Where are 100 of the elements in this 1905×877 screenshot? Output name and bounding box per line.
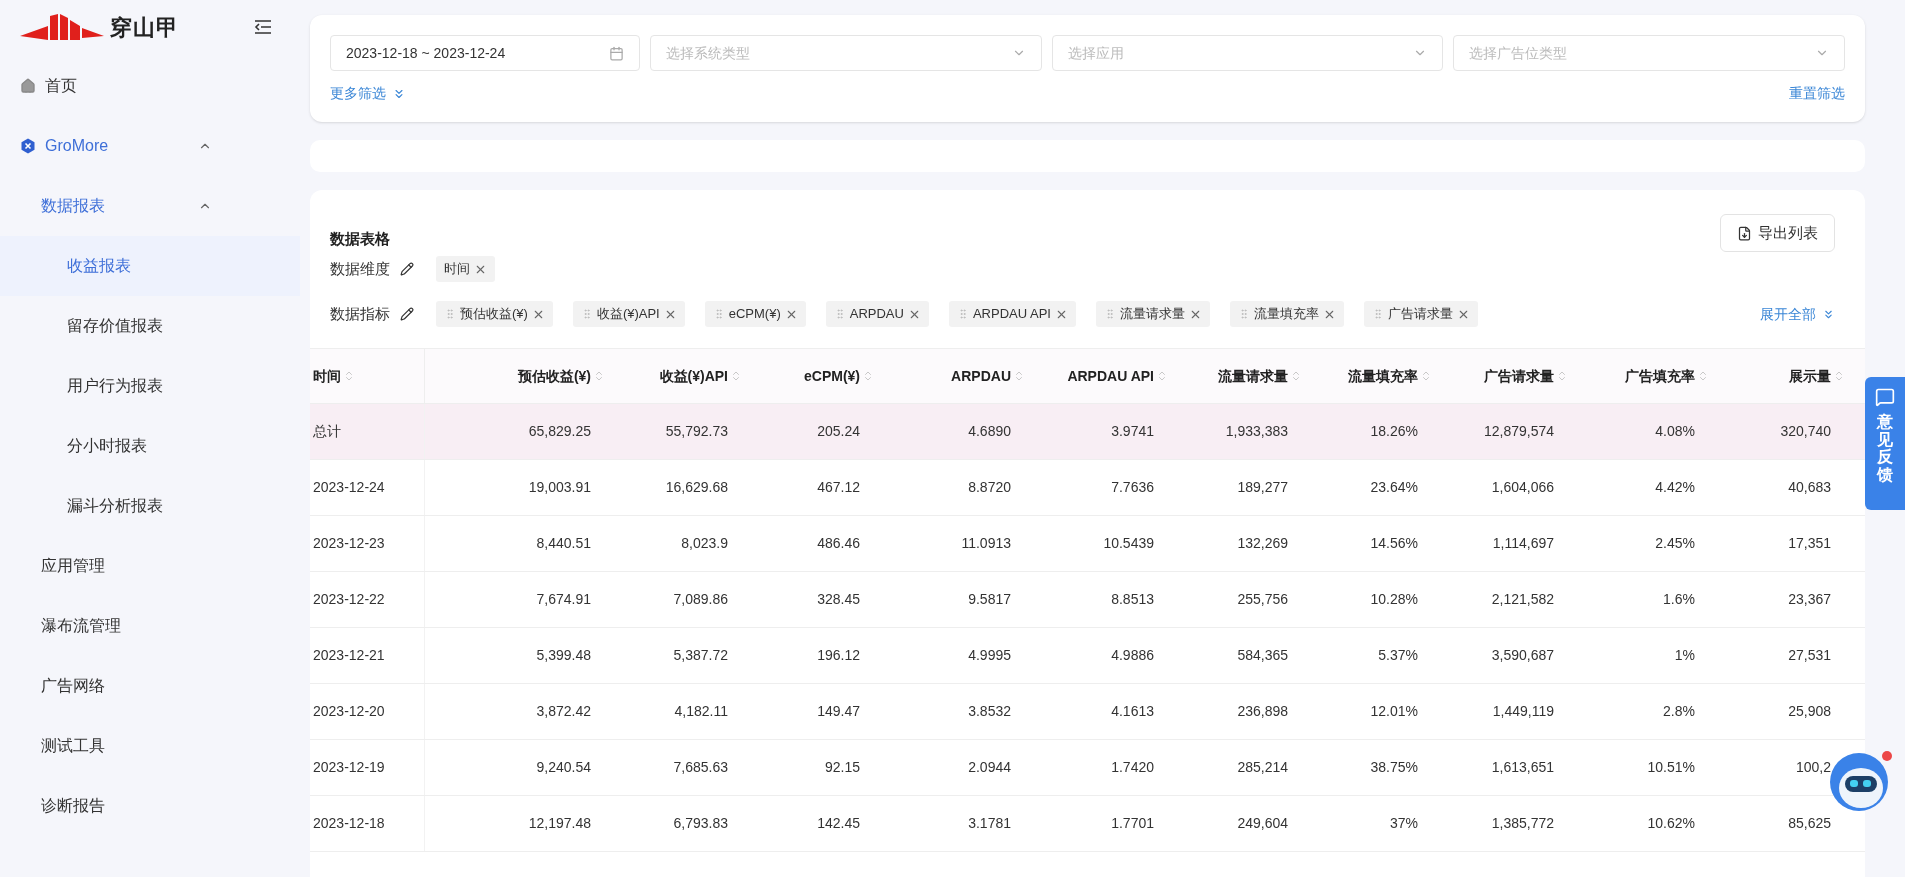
column-header[interactable]: ARPDAU API (1067, 365, 1154, 387)
table-cell-text: 65,829.25 (528, 422, 591, 441)
table-cell-text: 1,385,772 (1491, 814, 1554, 833)
table-cell-text: 总计 (313, 422, 341, 441)
table-cell-text: 4.9886 (1111, 646, 1154, 665)
table-cell-text: 3,590,687 (1491, 646, 1554, 665)
column-header[interactable]: 收益(¥)API (659, 365, 728, 387)
table-cell-text: 1.7420 (1111, 758, 1154, 777)
table-cell-text: 12,879,574 (1483, 422, 1554, 441)
table-cell-text: 236,898 (1237, 702, 1288, 721)
logo-text: 穿山甲 (110, 13, 180, 42)
sort-icon[interactable] (1697, 370, 1709, 382)
hexagon-icon (20, 138, 36, 154)
column-header[interactable]: 流量填充率 (1348, 365, 1418, 387)
sidebar-item[interactable]: 留存价值报表 (0, 296, 300, 356)
metric-tag[interactable]: 收益(¥)API (572, 301, 685, 327)
sort-icon[interactable] (1156, 370, 1168, 382)
dimension-tag[interactable]: 时间 (436, 256, 495, 282)
sort-icon[interactable] (593, 370, 605, 382)
sort-icon[interactable] (862, 370, 874, 382)
table-cell-text: 2,121,582 (1491, 590, 1554, 609)
sort-icon[interactable] (1290, 370, 1302, 382)
column-header[interactable]: 流量请求量 (1218, 365, 1288, 387)
feedback-tab[interactable]: 意见反馈 (1865, 377, 1905, 510)
sidebar-item[interactable]: 首页 (0, 56, 300, 116)
column-header[interactable]: 时间 (313, 365, 341, 387)
sort-icon[interactable] (1556, 370, 1568, 382)
table-cell-text: 55,792.73 (665, 422, 728, 441)
table-cell-text: 17,351 (1788, 534, 1831, 553)
table-cell-text: 196.12 (817, 646, 860, 665)
sidebar-item[interactable]: 应用管理 (0, 536, 300, 596)
table-cell-text: 149.47 (817, 702, 860, 721)
menu-collapse-icon[interactable] (254, 19, 272, 35)
table-cell-text: 1,449,119 (1492, 702, 1554, 721)
more-filters-link[interactable]: 更多筛选 (330, 83, 406, 104)
robot-assistant-icon[interactable] (1829, 750, 1895, 812)
column-header[interactable]: 广告请求量 (1484, 365, 1554, 387)
column-header[interactable]: 预估收益(¥) (517, 365, 591, 387)
table-cell-text: 100,2 (1795, 758, 1831, 777)
table-cell-text: 4,182.11 (674, 702, 728, 721)
table-cell-text: 1,933,383 (1225, 422, 1288, 441)
sort-icon[interactable] (1013, 370, 1025, 382)
sidebar-item[interactable]: 测试工具 (0, 716, 300, 776)
sidebar-item[interactable]: 瀑布流管理 (0, 596, 300, 656)
reset-filters-link[interactable]: 重置筛选 (1789, 83, 1845, 104)
table-cell-text: 2023-12-20 (313, 702, 385, 721)
column-header[interactable]: 广告填充率 (1625, 365, 1695, 387)
table-cell-text: 1,114,697 (1492, 534, 1554, 553)
table-cell-text: 23,367 (1788, 590, 1831, 609)
sidebar-item[interactable]: 数据报表 (0, 176, 300, 236)
table-cell-text: 7,089.86 (673, 590, 728, 609)
edit-icon[interactable] (400, 262, 414, 276)
column-header[interactable]: ARPDAU (951, 365, 1011, 387)
sidebar-item[interactable]: 收益报表 (0, 236, 300, 296)
table-cell-text: 8,440.51 (536, 534, 591, 553)
sidebar-item[interactable]: 分小时报表 (0, 416, 300, 476)
column-header[interactable]: eCPM(¥) (804, 365, 860, 387)
table-cell-text: 2023-12-19 (313, 758, 385, 777)
table-cell-text: 142.45 (817, 814, 860, 833)
table-cell-text: 1,604,066 (1491, 478, 1554, 497)
expand-all-link[interactable]: 展开全部 (1760, 303, 1835, 325)
logo-icon (20, 12, 104, 42)
drag-handle-icon[interactable] (444, 308, 456, 320)
export-button[interactable]: 导出列表 (1720, 214, 1835, 252)
metric-tag[interactable]: ARPDAU API (948, 301, 1076, 327)
dimension-label: 数据维度 (330, 258, 390, 279)
table-cell-text: 10.51% (1647, 758, 1695, 777)
table-cell-text: 8.8513 (1111, 590, 1154, 609)
sort-icon[interactable] (730, 370, 742, 382)
table-cell-text: 328.45 (817, 590, 860, 609)
metric-tag[interactable]: 流量请求量 (1095, 301, 1210, 327)
table-cell-text: 38.75% (1370, 758, 1418, 777)
sort-icon[interactable] (1833, 370, 1845, 382)
date-range-field[interactable]: 2023-12-18 ~ 2023-12-24 (330, 35, 640, 71)
table-cell-text: 3.8532 (968, 702, 1011, 721)
table-cell-text: 5,387.72 (673, 646, 728, 665)
sidebar-item[interactable]: 广告网络 (0, 656, 300, 716)
table-cell-text: 14.56% (1370, 534, 1418, 553)
metric-tag[interactable]: 广告请求量 (1363, 301, 1478, 327)
table-cell-text: 10.62% (1647, 814, 1695, 833)
sort-icon[interactable] (1420, 370, 1432, 382)
sidebar-item[interactable]: 诊断报告 (0, 776, 300, 836)
table-cell-text: 16,629.68 (665, 478, 728, 497)
edit-icon[interactable] (400, 307, 414, 321)
table-cell-text: 2023-12-22 (313, 590, 385, 609)
table-cell-text: 4.6890 (968, 422, 1011, 441)
sidebar-item[interactable]: GroMore (0, 116, 300, 176)
table-cell-text: 1.7701 (1111, 814, 1154, 833)
sort-icon[interactable] (343, 370, 355, 382)
table-cell-text: 2023-12-23 (313, 534, 385, 553)
sidebar-item[interactable]: 漏斗分析报表 (0, 476, 300, 536)
metric-tag[interactable]: 流量填充率 (1229, 301, 1344, 327)
table-cell-text: 40,683 (1788, 478, 1831, 497)
sidebar-item[interactable]: 用户行为报表 (0, 356, 300, 416)
metric-tag[interactable]: eCPM(¥) (704, 301, 806, 327)
table-cell-text: 23.64% (1370, 478, 1418, 497)
metric-tag[interactable]: ARPDAU (825, 301, 929, 327)
metric-tag[interactable]: 预估收益(¥) (436, 301, 553, 327)
table-cell-text: 249,604 (1237, 814, 1288, 833)
column-header[interactable]: 展示量 (1789, 365, 1831, 387)
